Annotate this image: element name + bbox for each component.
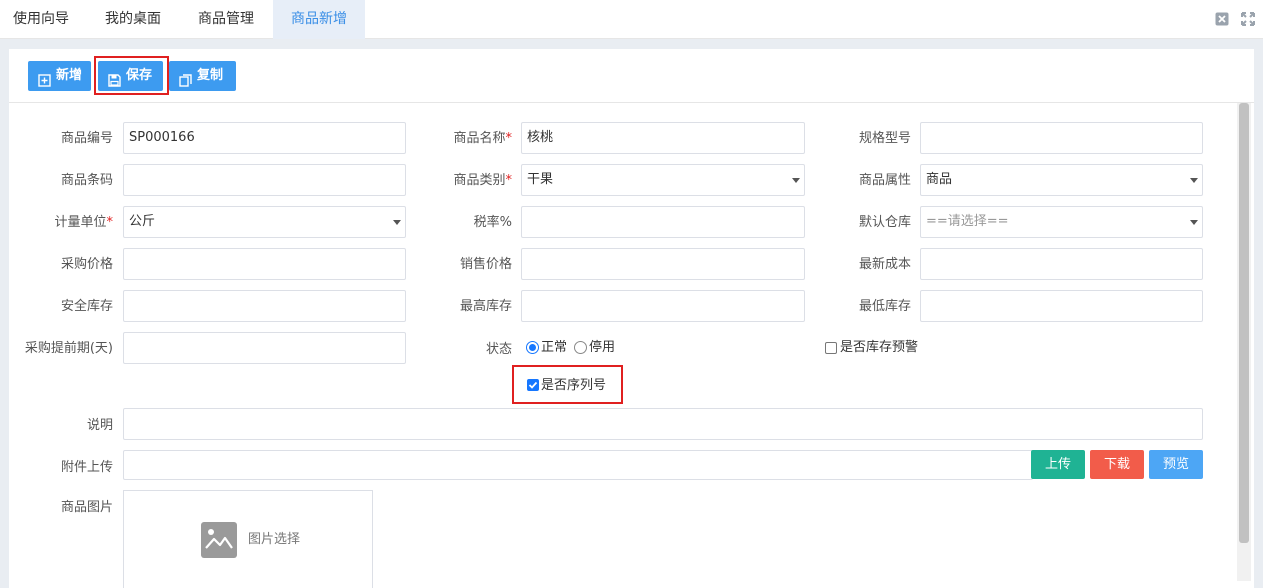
max-stock-label: 最高库存	[459, 299, 512, 314]
chevron-down-icon	[393, 220, 401, 225]
chevron-down-icon	[792, 178, 800, 183]
save-icon	[108, 69, 121, 87]
purchase-price-input[interactable]	[123, 248, 406, 280]
sale-price-input[interactable]	[521, 248, 805, 280]
code-label: 商品编号	[60, 131, 113, 146]
barcode-label: 商品条码	[60, 173, 113, 188]
chevron-down-icon	[1190, 178, 1198, 183]
warehouse-label: 默认仓库	[858, 215, 911, 230]
attr-label: 商品属性	[858, 173, 911, 188]
status-disabled-label: 停用	[589, 340, 616, 355]
tab-guide[interactable]: 使用向导	[0, 0, 82, 39]
copy-icon	[179, 69, 192, 87]
max-stock-input[interactable]	[521, 290, 805, 322]
check-icon	[528, 381, 538, 389]
min-stock-input[interactable]	[920, 290, 1203, 322]
attachment-input[interactable]	[123, 450, 1033, 480]
image-placeholder-icon	[201, 522, 237, 558]
safe-stock-input[interactable]	[123, 290, 406, 322]
tab-product-add[interactable]: 商品新增	[273, 0, 365, 39]
purchase-price-label: 采购价格	[60, 257, 113, 272]
category-label-text: 商品类别	[453, 173, 506, 188]
tab-product-management[interactable]: 商品管理	[183, 0, 269, 39]
latest-cost-label: 最新成本	[858, 257, 911, 272]
serial-number-label: 是否序列号	[541, 378, 607, 393]
category-select[interactable]: 干果	[521, 164, 805, 196]
unit-select[interactable]: 公斤	[123, 206, 406, 238]
attach-label: 附件上传	[60, 460, 113, 475]
desc-label: 说明	[86, 418, 113, 433]
copy-button-label: 复制	[197, 68, 224, 83]
upload-button[interactable]: 上传	[1031, 450, 1085, 479]
chevron-down-icon	[1190, 220, 1198, 225]
download-button[interactable]: 下载	[1090, 450, 1144, 479]
spec-input[interactable]	[920, 122, 1203, 154]
latest-cost-input[interactable]	[920, 248, 1203, 280]
product-code-input[interactable]: SP000166	[123, 122, 406, 154]
description-input[interactable]	[123, 408, 1203, 440]
image-select-label: 图片选择	[248, 532, 301, 547]
fullscreen-icon[interactable]	[1241, 12, 1255, 26]
tax-rate-input[interactable]	[521, 206, 805, 238]
add-button-label: 新增	[56, 68, 83, 83]
barcode-input[interactable]	[123, 164, 406, 196]
required-mark: *	[505, 131, 513, 146]
category-label: 商品类别*	[420, 165, 512, 197]
lead-time-input[interactable]	[123, 332, 406, 364]
name-label-text: 商品名称	[453, 131, 506, 146]
plus-square-icon	[38, 69, 51, 87]
status-normal-label: 正常	[541, 340, 568, 355]
toolbar: 新增 保存 复制	[9, 49, 1254, 103]
image-picker[interactable]: 图片选择	[123, 490, 373, 588]
required-mark: *	[106, 215, 114, 230]
lead-time-label: 采购提前期(天)	[24, 341, 113, 356]
stock-warning-label: 是否库存预警	[840, 340, 919, 355]
tax-label: 税率%	[473, 215, 512, 230]
tab-desktop[interactable]: 我的桌面	[89, 0, 177, 39]
stock-warning-checkbox[interactable]	[825, 342, 837, 354]
safe-stock-label: 安全库存	[60, 299, 113, 314]
spec-label: 规格型号	[858, 131, 911, 146]
warehouse-select[interactable]: ==请选择==	[920, 206, 1203, 238]
status-normal-radio[interactable]	[526, 341, 539, 354]
save-button[interactable]: 保存	[98, 61, 163, 91]
save-button-label: 保存	[126, 68, 153, 83]
image-label: 商品图片	[60, 500, 113, 515]
close-tab-icon[interactable]	[1215, 12, 1229, 26]
add-button[interactable]: 新增	[28, 61, 91, 91]
copy-button[interactable]: 复制	[169, 61, 236, 91]
required-mark: *	[505, 173, 513, 188]
min-stock-label: 最低库存	[858, 299, 911, 314]
serial-number-checkbox[interactable]	[527, 379, 539, 391]
attribute-select[interactable]: 商品	[920, 164, 1203, 196]
tab-bar: 使用向导 我的桌面 商品管理 商品新增	[0, 0, 1263, 39]
product-name-input[interactable]: 核桃	[521, 122, 805, 154]
status-disabled-radio[interactable]	[574, 341, 587, 354]
unit-label: 计量单位*	[20, 207, 113, 239]
scrollbar-thumb[interactable]	[1239, 103, 1249, 543]
sale-price-label: 销售价格	[459, 257, 512, 272]
unit-label-text: 计量单位	[54, 215, 107, 230]
status-label: 状态	[485, 342, 512, 357]
name-label: 商品名称*	[420, 123, 512, 155]
preview-button[interactable]: 预览	[1149, 450, 1203, 479]
